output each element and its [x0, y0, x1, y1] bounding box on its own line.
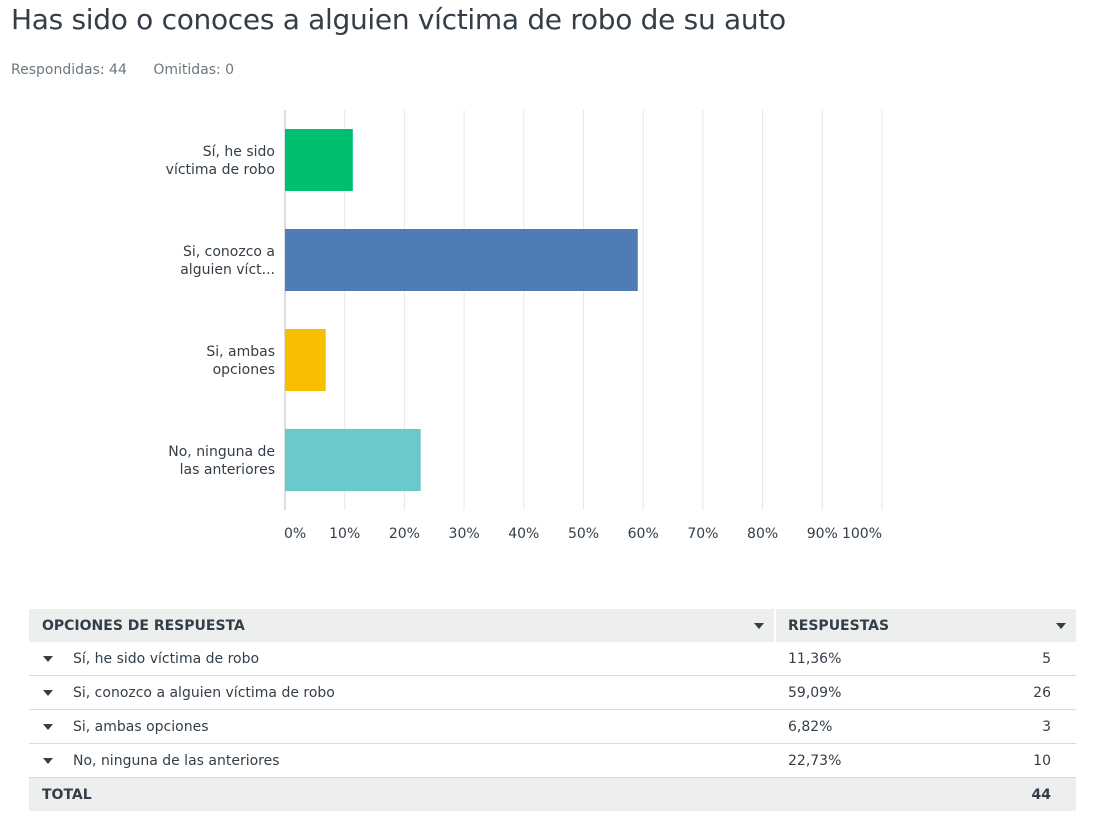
category-label: las anteriores	[180, 462, 275, 478]
options-column-header[interactable]: OPCIONES DE RESPUESTA	[29, 609, 774, 642]
expand-caret-icon[interactable]	[43, 655, 53, 662]
x-tick-label: 10%	[329, 526, 360, 542]
x-tick-label: 80%	[747, 526, 778, 542]
response-count: 5	[1042, 650, 1051, 667]
expand-caret-icon[interactable]	[43, 757, 53, 764]
table-header: OPCIONES DE RESPUESTA RESPUESTAS	[29, 609, 1076, 642]
x-tick-label: 100%	[842, 526, 882, 542]
x-tick-label: 40%	[508, 526, 539, 542]
options-header-label: OPCIONES DE RESPUESTA	[42, 617, 245, 634]
x-tick-label: 20%	[389, 526, 420, 542]
total-row: TOTAL 44	[29, 778, 1076, 811]
answer-option-cell: Si, conozco a alguien víctima de robo	[29, 685, 776, 701]
x-tick-label: 0%	[284, 526, 306, 542]
answer-option-label: Si, ambas opciones	[73, 718, 209, 735]
answer-option-cell: Si, ambas opciones	[29, 719, 776, 735]
category-label: Sí, he sido	[203, 144, 275, 160]
sort-caret-down-icon[interactable]	[1056, 623, 1066, 629]
category-label: Si, ambas	[206, 344, 275, 360]
bar	[285, 429, 421, 491]
category-label: No, ninguna de	[168, 444, 275, 460]
x-tick-label: 50%	[568, 526, 599, 542]
response-count: 3	[1042, 718, 1051, 735]
answer-option-cell: No, ninguna de las anteriores	[29, 753, 776, 769]
bar	[285, 229, 638, 291]
response-percent: 11,36%	[788, 650, 842, 667]
category-label: opciones	[213, 362, 275, 378]
total-value: 44	[1031, 786, 1051, 803]
category-label: alguien víct...	[180, 262, 275, 278]
answer-option-label: Si, conozco a alguien víctima de robo	[73, 684, 335, 701]
x-tick-label: 70%	[687, 526, 718, 542]
bar	[285, 329, 326, 391]
response-percent: 6,82%	[788, 718, 833, 735]
x-tick-label: 60%	[628, 526, 659, 542]
total-label: TOTAL	[42, 786, 92, 803]
question-title: Has sido o conoces a alguien víctima de …	[11, 3, 786, 36]
expand-caret-icon[interactable]	[43, 723, 53, 730]
response-percent: 59,09%	[788, 684, 842, 701]
skipped-count: Omitidas: 0	[153, 62, 235, 78]
sort-caret-down-icon[interactable]	[754, 623, 764, 629]
answer-option-label: No, ninguna de las anteriores	[73, 752, 280, 769]
table-body: Sí, he sido víctima de robo 11,36% 5 Si, co…	[29, 642, 1076, 778]
table-row: Si, conozco a alguien víctima de robo 59,…	[29, 676, 1076, 710]
table-row: Si, ambas opciones 6,82% 3	[29, 710, 1076, 744]
bar-chart: 0% 10% 20% 30% 40% 50% 60% 70% 80% 90% 100% Sí, he …	[166, 110, 883, 542]
responses-column-header[interactable]: RESPUESTAS	[776, 609, 1076, 642]
x-tick-label: 30%	[449, 526, 480, 542]
bar	[285, 129, 353, 191]
table-row: Sí, he sido víctima de robo 11,36% 5	[29, 642, 1076, 676]
response-percent: 22,73%	[788, 752, 842, 769]
expand-caret-icon[interactable]	[43, 689, 53, 696]
answer-option-cell: Sí, he sido víctima de robo	[29, 651, 776, 667]
responses-table: OPCIONES DE RESPUESTA RESPUESTAS Sí, he …	[29, 609, 1076, 811]
answered-count: Respondidas: 44	[11, 62, 127, 78]
table-row: No, ninguna de las anteriores 22,73% 10	[29, 744, 1076, 778]
response-count: 26	[1033, 684, 1051, 701]
response-stats: Respondidas: 44 Omitidas: 0	[11, 62, 256, 78]
answer-option-label: Sí, he sido víctima de robo	[73, 650, 260, 667]
response-count: 10	[1033, 752, 1051, 769]
responses-header-label: RESPUESTAS	[788, 617, 890, 634]
category-label: Si, conozco a	[183, 244, 275, 260]
x-tick-label: 90%	[807, 526, 838, 542]
category-label: víctima de robo	[166, 162, 275, 178]
